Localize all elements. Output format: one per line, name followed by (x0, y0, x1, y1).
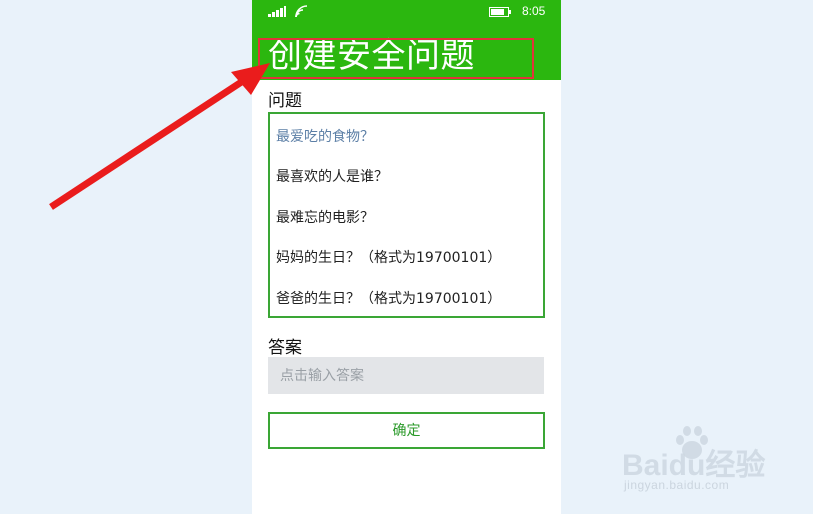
watermark-url: jingyan.baidu.com (624, 478, 730, 492)
